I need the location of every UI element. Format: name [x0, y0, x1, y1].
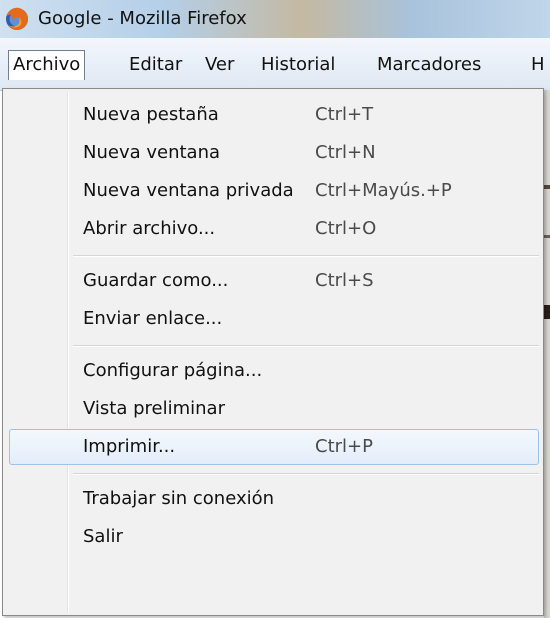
menu-separator	[73, 345, 539, 347]
menuitem-enviar-enlace[interactable]: Enviar enlace...	[9, 301, 539, 337]
menu-h-truncated[interactable]: H	[526, 50, 550, 80]
menuitem-vista-preliminar[interactable]: Vista preliminar	[9, 391, 539, 427]
shortcut-label: Ctrl+N	[315, 142, 376, 163]
menuitem-nueva-ventana-privada[interactable]: Nueva ventana privada Ctrl+Mayús.+P	[9, 173, 539, 209]
shortcut-label: Ctrl+P	[315, 436, 373, 457]
menu-bar: Archivo Editar Ver Historial Marcadores …	[0, 38, 550, 91]
menu-separator	[73, 473, 539, 475]
menu-ver[interactable]: Ver	[200, 50, 239, 80]
shortcut-label: Ctrl+T	[315, 104, 374, 125]
menu-editar[interactable]: Editar	[124, 50, 187, 80]
menuitem-abrir-archivo[interactable]: Abrir archivo... Ctrl+O	[9, 211, 539, 247]
shortcut-label: Ctrl+S	[315, 270, 374, 291]
menuitem-configurar-pagina[interactable]: Configurar página...	[9, 353, 539, 389]
shortcut-label: Ctrl+O	[315, 218, 377, 239]
shortcut-label: Ctrl+Mayús.+P	[315, 180, 452, 201]
page-content-edge	[544, 90, 550, 618]
menu-archivo[interactable]: Archivo	[8, 50, 86, 80]
menu-marcadores[interactable]: Marcadores	[372, 50, 486, 80]
menuitem-trabajar-sin-conexion[interactable]: Trabajar sin conexión	[9, 481, 539, 517]
menuitem-nueva-pestana[interactable]: Nueva pestaña Ctrl+T	[9, 97, 539, 133]
archivo-dropdown-menu: Nueva pestaña Ctrl+T Nueva ventana Ctrl+…	[2, 88, 544, 616]
window-titlebar: Google - Mozilla Firefox	[0, 0, 550, 38]
menu-separator	[73, 255, 539, 257]
menu-historial[interactable]: Historial	[256, 50, 340, 80]
menuitem-salir[interactable]: Salir	[9, 519, 539, 555]
menuitem-imprimir[interactable]: Imprimir... Ctrl+P	[9, 429, 539, 465]
menuitem-nueva-ventana[interactable]: Nueva ventana Ctrl+N	[9, 135, 539, 171]
window-title: Google - Mozilla Firefox	[38, 8, 247, 29]
menuitem-guardar-como[interactable]: Guardar como... Ctrl+S	[9, 263, 539, 299]
firefox-icon	[6, 7, 28, 30]
